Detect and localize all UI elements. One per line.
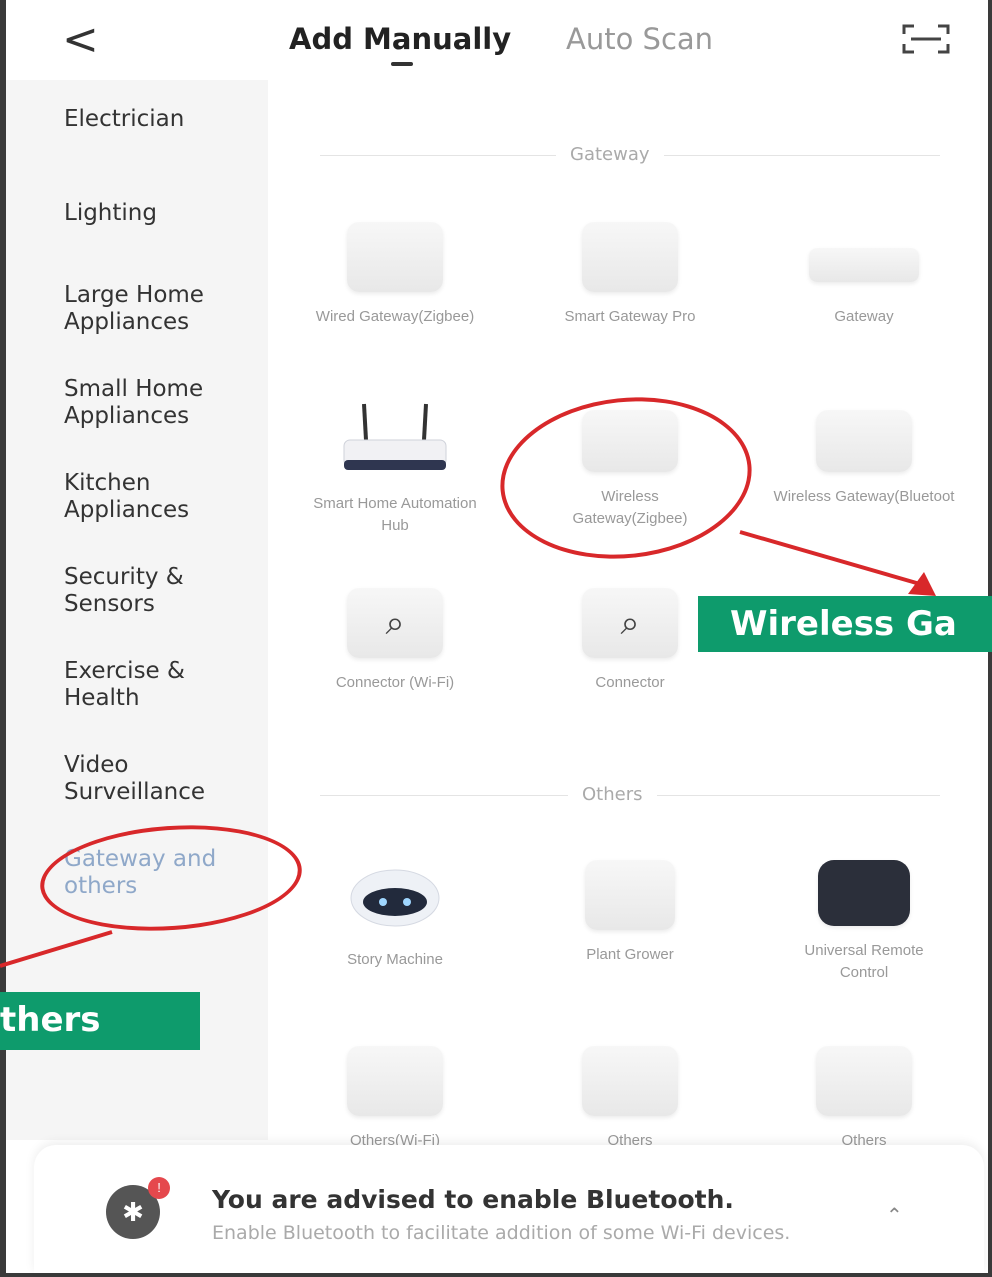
wifi-icon: ⌕ [582,588,678,658]
device-image [818,860,910,926]
device-label: Wired Gateway(Zigbee) [315,308,475,325]
sidebar-item-video-surveillance[interactable]: Video Surveillance [64,752,260,806]
banner-subtitle: Enable Bluetooth to facilitate addition … [212,1222,791,1244]
device-label: Gateway [834,308,894,325]
tab-add-manually[interactable]: Add Manually [289,22,511,56]
device-gateway[interactable]: Gateway [764,222,964,328]
section-title-others: Others [568,784,657,805]
device-label: Universal Remote Control [804,942,924,981]
notification-badge: ! [148,1177,170,1199]
device-wireless-gateway-bluetooth[interactable]: Wireless Gateway(Bluetoot [764,410,964,508]
device-label: Connector [595,674,665,691]
device-image [582,1046,678,1116]
router-icon [343,403,447,470]
device-label: Story Machine [347,951,443,968]
device-image [347,222,443,292]
top-bar: < Add Manually Auto Scan [6,0,988,80]
sidebar-item-electrician[interactable]: Electrician [64,106,264,133]
banner-title: You are advised to enable Bluetooth. [212,1185,734,1214]
scan-icon[interactable] [901,22,951,56]
device-image [347,1046,443,1116]
sidebar-item-security-sensors[interactable]: Security & Sensors [64,564,214,618]
device-label: Wireless Gateway(Bluetoot [773,488,955,505]
wifi-icon: ⌕ [347,588,443,658]
section-title-gateway: Gateway [556,144,664,165]
sidebar-item-exercise-health[interactable]: Exercise & Health [64,658,214,712]
sidebar-item-kitchen-appliances[interactable]: Kitchen Appliances [64,470,234,524]
device-others-wifi[interactable]: Others(Wi-Fi) [295,1046,495,1152]
device-label: Connector (Wi-Fi) [335,674,455,691]
callout-others: thers [0,992,200,1050]
device-plant-grower[interactable]: Plant Grower [530,860,730,966]
tab-indicator [391,62,413,66]
device-label: Smart Home Automation Hub [313,495,477,534]
device-image [809,248,919,282]
back-icon[interactable]: < [62,14,99,65]
sidebar-item-small-home-appliances[interactable]: Small Home Appliances [64,376,260,430]
device-smart-gateway-pro[interactable]: Smart Gateway Pro [530,222,730,328]
device-image [816,1046,912,1116]
device-others-2[interactable]: Others [764,1046,964,1152]
chevron-up-icon[interactable]: ⌃ [886,1203,903,1228]
sidebar-item-lighting[interactable]: Lighting [64,200,264,227]
robot-icon [350,869,440,927]
device-connector-wifi[interactable]: ⌕ Connector (Wi-Fi) [295,588,495,694]
device-others[interactable]: Others [530,1046,730,1152]
device-label: Smart Gateway Pro [564,308,696,325]
bluetooth-banner[interactable]: ✱ ! You are advised to enable Bluetooth.… [34,1145,984,1273]
device-image [582,222,678,292]
callout-wireless-gateway: Wireless Ga [698,596,992,652]
device-image [816,410,912,472]
device-universal-remote-control[interactable]: Universal Remote Control [764,860,964,984]
sidebar-item-large-home-appliances[interactable]: Large Home Appliances [64,282,260,336]
device-story-machine[interactable]: Story Machine [295,860,495,971]
device-smart-home-automation-hub[interactable]: Smart Home Automation Hub [295,400,495,537]
tab-auto-scan[interactable]: Auto Scan [566,22,713,56]
device-wired-gateway-zigbee[interactable]: Wired Gateway(Zigbee) [295,222,495,328]
device-image [585,860,675,930]
device-label: Plant Grower [586,946,674,963]
